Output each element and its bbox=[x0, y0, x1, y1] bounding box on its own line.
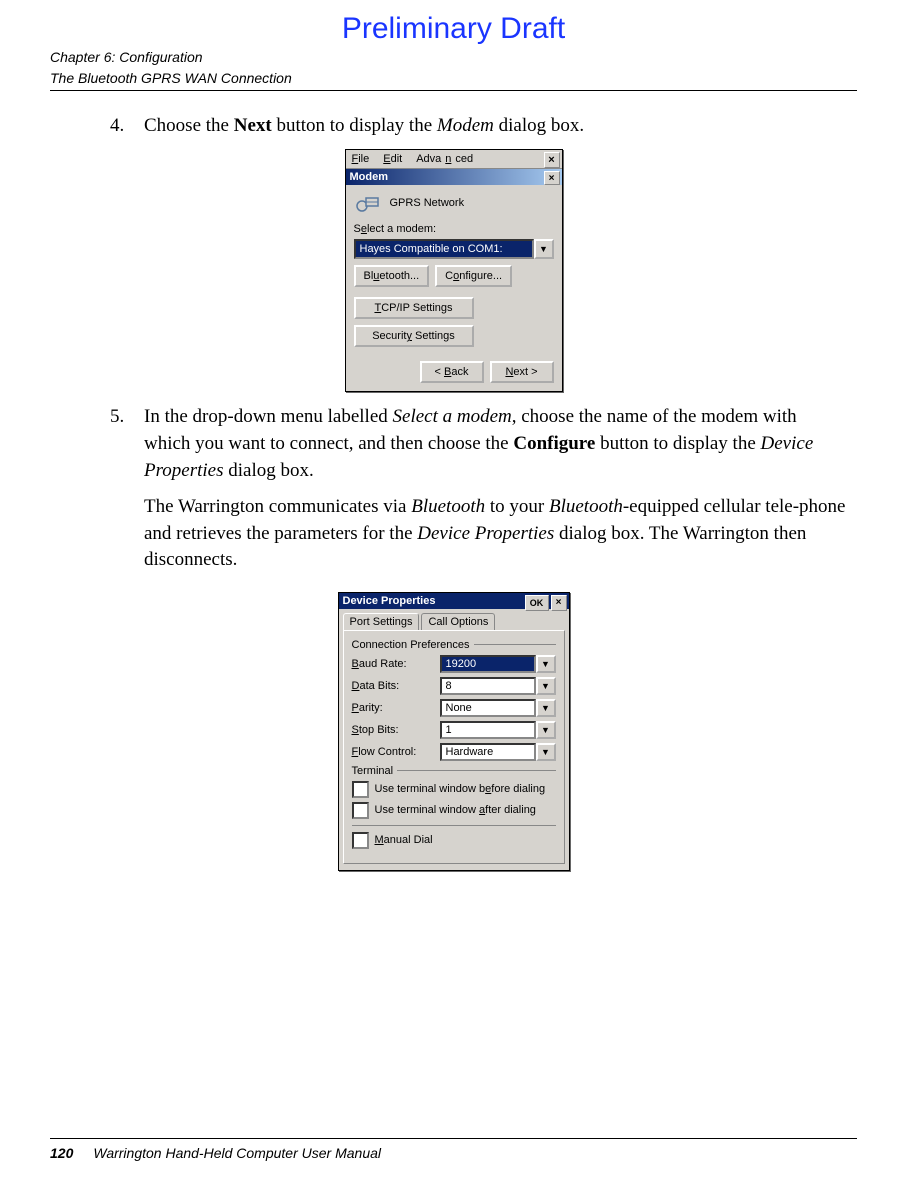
page-footer: 120 Warrington Hand-Held Computer User M… bbox=[50, 1145, 381, 1161]
flow-value: Hardware bbox=[440, 743, 536, 761]
step-5-body: In the drop-down menu labelled Select a … bbox=[144, 404, 847, 484]
stopbits-value: 1 bbox=[440, 721, 536, 739]
dp-tab-panel: Connection Preferences Baud Rate: 19200 … bbox=[343, 630, 565, 864]
checkbox-after[interactable] bbox=[352, 802, 369, 819]
checkbox-manual[interactable] bbox=[352, 832, 369, 849]
databits-label: Data Bits: bbox=[352, 680, 434, 692]
parity-combo[interactable]: None ▼ bbox=[440, 699, 556, 717]
chevron-down-icon[interactable]: ▼ bbox=[536, 699, 556, 717]
chk-before-label: Use terminal window before dialing bbox=[375, 783, 546, 795]
dp-title: Device Properties bbox=[343, 595, 436, 607]
chevron-down-icon[interactable]: ▼ bbox=[536, 743, 556, 761]
preliminary-draft: Preliminary Draft bbox=[50, 12, 857, 46]
chevron-down-icon[interactable]: ▼ bbox=[536, 721, 556, 739]
baud-combo[interactable]: 19200 ▼ bbox=[440, 655, 556, 673]
chk-after-label: Use terminal window after dialing bbox=[375, 804, 536, 816]
baud-label: Baud Rate: bbox=[352, 658, 434, 670]
group-connection: Connection Preferences bbox=[352, 639, 556, 651]
chk-after-row: Use terminal window after dialing bbox=[352, 802, 556, 819]
step-5-note: The Warrington communicates via Bluetoot… bbox=[144, 494, 847, 574]
parity-value: None bbox=[440, 699, 536, 717]
chk-manual-row: Manual Dial bbox=[352, 832, 556, 849]
step-4: 4. Choose the Next button to display the… bbox=[110, 113, 847, 140]
menu-file[interactable]: File bbox=[348, 152, 374, 166]
select-modem-label: Select a modem: bbox=[354, 223, 554, 235]
bluetooth-button[interactable]: Bluetooth... bbox=[354, 265, 430, 287]
step-4-number: 4. bbox=[110, 113, 144, 140]
flow-combo[interactable]: Hardware ▼ bbox=[440, 743, 556, 761]
modem-dialog: File Edit Advanced × Modem × bbox=[345, 149, 563, 392]
baud-value: 19200 bbox=[440, 655, 536, 673]
chk-manual-label: Manual Dial bbox=[375, 834, 433, 846]
security-button[interactable]: Security Settings bbox=[354, 325, 474, 347]
back-button[interactable]: < Back bbox=[420, 361, 484, 383]
header-rule bbox=[50, 90, 857, 91]
stopbits-combo[interactable]: 1 ▼ bbox=[440, 721, 556, 739]
chk-before-row: Use terminal window before dialing bbox=[352, 781, 556, 798]
menu-bar: File Edit Advanced × bbox=[346, 150, 562, 169]
step-4-text-pre: Choose the bbox=[144, 115, 234, 136]
page-number: 120 bbox=[50, 1145, 73, 1161]
modem-title: Modem bbox=[350, 171, 389, 183]
device-properties-dialog: Device Properties OK × Port Settings Cal… bbox=[338, 592, 570, 871]
chevron-down-icon[interactable]: ▼ bbox=[534, 239, 554, 259]
header-section: The Bluetooth GPRS WAN Connection bbox=[50, 69, 857, 88]
modem-combo[interactable]: Hayes Compatible on COM1: ▼ bbox=[354, 239, 554, 259]
menu-advanced-ul: n bbox=[441, 152, 455, 166]
next-button[interactable]: Next > bbox=[490, 361, 554, 383]
parity-label: Parity: bbox=[352, 702, 434, 714]
configure-button[interactable]: Configure... bbox=[435, 265, 512, 287]
step-5: 5. In the drop-down menu labelled Select… bbox=[110, 404, 847, 484]
network-icon bbox=[354, 191, 382, 215]
chevron-down-icon[interactable]: ▼ bbox=[536, 655, 556, 673]
databits-value: 8 bbox=[440, 677, 536, 695]
ok-button[interactable]: OK bbox=[525, 595, 549, 611]
divider bbox=[352, 825, 556, 826]
menu-edit[interactable]: Edit bbox=[379, 152, 406, 166]
databits-combo[interactable]: 8 ▼ bbox=[440, 677, 556, 695]
dp-titlebar: Device Properties OK × bbox=[339, 593, 569, 609]
flow-label: Flow Control: bbox=[352, 746, 434, 758]
step-4-body: Choose the Next button to display the Mo… bbox=[144, 113, 847, 140]
footer-rule bbox=[50, 1138, 857, 1139]
checkbox-before[interactable] bbox=[352, 781, 369, 798]
tab-port-settings[interactable]: Port Settings bbox=[343, 613, 420, 630]
stopbits-label: Stop Bits: bbox=[352, 724, 434, 736]
dp-tabs: Port Settings Call Options bbox=[339, 609, 569, 630]
menu-advanced[interactable]: Advanced bbox=[412, 152, 477, 166]
step-4-ital: Modem bbox=[437, 115, 494, 136]
footer-text: Warrington Hand-Held Computer User Manua… bbox=[93, 1145, 381, 1161]
tab-call-options[interactable]: Call Options bbox=[421, 613, 495, 630]
dp-close-icon[interactable]: × bbox=[551, 595, 567, 611]
step-4-text-post: dialog box. bbox=[494, 115, 584, 136]
modem-titlebar: Modem × bbox=[346, 169, 562, 185]
group-terminal: Terminal bbox=[352, 765, 556, 777]
modem-close-icon[interactable]: × bbox=[544, 171, 560, 185]
modem-combo-value: Hayes Compatible on COM1: bbox=[354, 239, 534, 259]
network-name: GPRS Network bbox=[390, 197, 465, 209]
menubar-close-icon[interactable]: × bbox=[544, 152, 560, 168]
step-4-bold: Next bbox=[234, 115, 272, 136]
step-5-number: 5. bbox=[110, 404, 144, 484]
chevron-down-icon[interactable]: ▼ bbox=[536, 677, 556, 695]
header-chapter: Chapter 6: Configuration bbox=[50, 48, 857, 67]
step-4-text-mid: button to display the bbox=[272, 115, 437, 136]
tcpip-button[interactable]: TCP/IP Settings bbox=[354, 297, 474, 319]
